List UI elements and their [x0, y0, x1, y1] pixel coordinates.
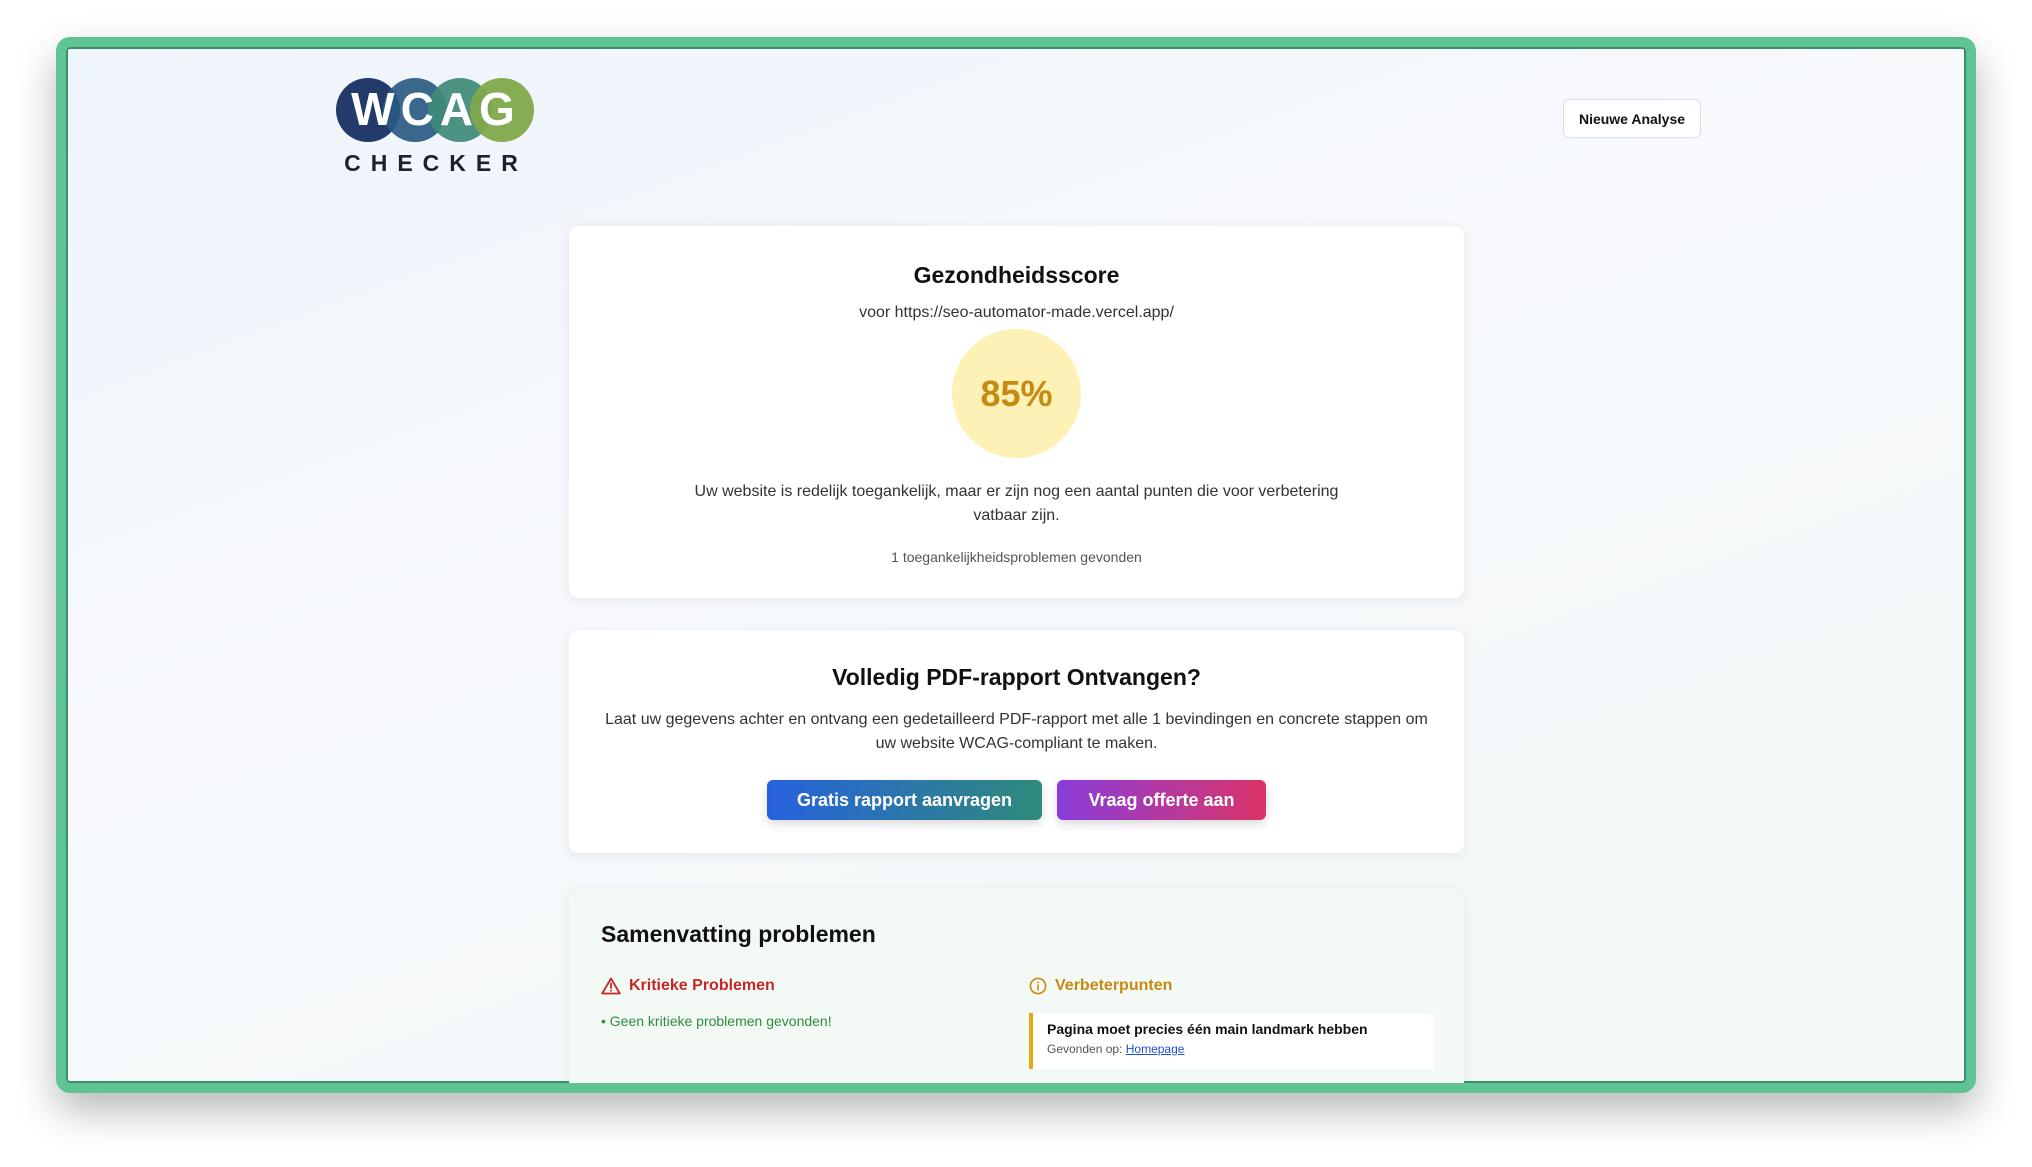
new-analysis-button[interactable]: Nieuwe Analyse — [1563, 99, 1701, 138]
pdf-report-title: Volledig PDF-rapport Ontvangen? — [832, 664, 1201, 690]
pdf-report-card: Volledig PDF-rapport Ontvangen? Laat uw … — [569, 630, 1464, 853]
svg-text:WCAG: WCAG — [351, 83, 521, 135]
app-window: WCAG CHECKER Nieuwe Analyse Gezondheidss… — [56, 37, 1976, 1093]
request-quote-button[interactable]: Vraag offerte aan — [1057, 780, 1266, 820]
improvement-item-title: Pagina moet precies één main landmark he… — [1047, 1021, 1368, 1037]
pdf-report-description: Laat uw gegevens achter en ontvang een g… — [605, 711, 1428, 752]
problem-summary-card: Samenvatting problemen Kritieke Probleme… — [569, 889, 1464, 1083]
critical-problems-heading: Kritieke Problemen — [601, 977, 775, 995]
summary-title: Samenvatting problemen — [601, 921, 876, 947]
improvement-item: Pagina moet precies één main landmark he… — [1029, 1013, 1434, 1069]
analyzed-url: voor https://seo-automator-made.vercel.a… — [859, 304, 1174, 321]
no-critical-problems: • Geen kritieke problemen gevonden! — [601, 1013, 832, 1029]
info-circle-icon — [1029, 977, 1047, 995]
improvement-item-found: Gevonden op: Homepage — [1047, 1042, 1420, 1056]
score-circle: 85% — [952, 329, 1081, 458]
critical-problems-label: Kritieke Problemen — [629, 977, 775, 994]
issue-count: 1 toegankelijkheidsproblemen gevonden — [891, 549, 1142, 565]
svg-text:CHECKER: CHECKER — [344, 150, 528, 176]
found-on-label: Gevonden op: — [1047, 1042, 1123, 1056]
homepage-link[interactable]: Homepage — [1126, 1042, 1185, 1056]
score-description: Uw website is redelijk toegankelijk, maa… — [694, 483, 1339, 524]
wcag-checker-logo[interactable]: WCAG CHECKER — [336, 75, 536, 179]
improvements-label: Verbeterpunten — [1055, 977, 1173, 994]
score-value: 85% — [980, 372, 1053, 414]
free-report-button[interactable]: Gratis rapport aanvragen — [767, 780, 1042, 820]
improvements-heading: Verbeterpunten — [1029, 977, 1172, 995]
health-score-card: Gezondheidsscore voor https://seo-automa… — [569, 226, 1464, 598]
warning-triangle-icon — [601, 977, 621, 995]
health-score-title: Gezondheidsscore — [913, 262, 1120, 288]
